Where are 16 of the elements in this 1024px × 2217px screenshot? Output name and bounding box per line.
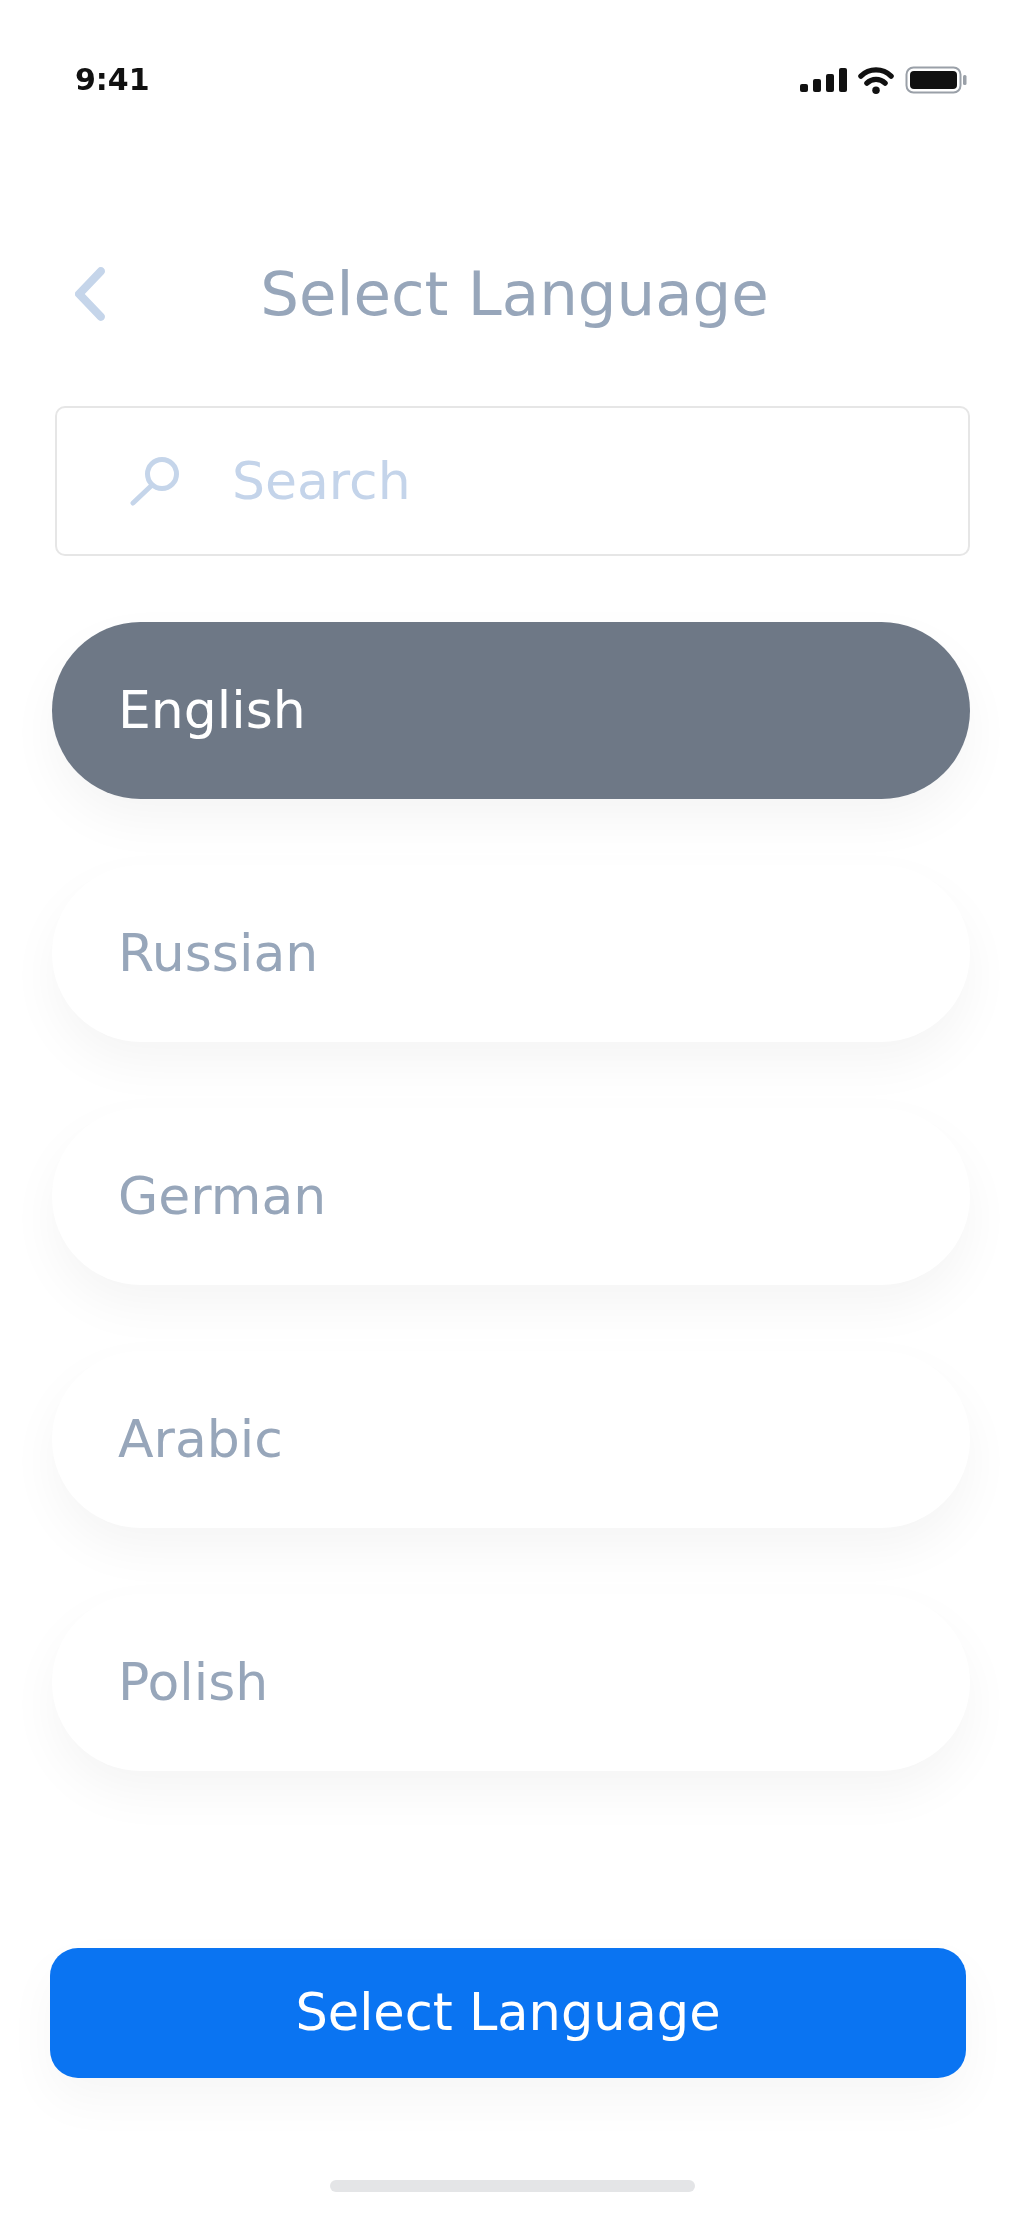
language-option[interactable]: Polish <box>52 1594 970 1771</box>
language-option[interactable]: Arabic <box>52 1351 970 1528</box>
page-title: Select Language <box>260 257 769 331</box>
status-time: 9:41 <box>75 61 150 99</box>
search-icon <box>127 455 181 506</box>
home-indicator[interactable] <box>329 2180 695 2192</box>
language-option[interactable]: German <box>52 1108 970 1285</box>
language-option[interactable]: Russian <box>52 865 970 1042</box>
signal-icon <box>800 68 847 92</box>
wifi-icon <box>858 66 894 94</box>
back-button[interactable] <box>75 267 105 321</box>
search-field[interactable]: Search <box>55 406 970 556</box>
language-option[interactable]: English <box>52 622 970 799</box>
battery-icon <box>905 66 967 94</box>
select-language-button[interactable]: Select Language <box>50 1948 966 2078</box>
chevron-left-icon <box>75 267 105 321</box>
